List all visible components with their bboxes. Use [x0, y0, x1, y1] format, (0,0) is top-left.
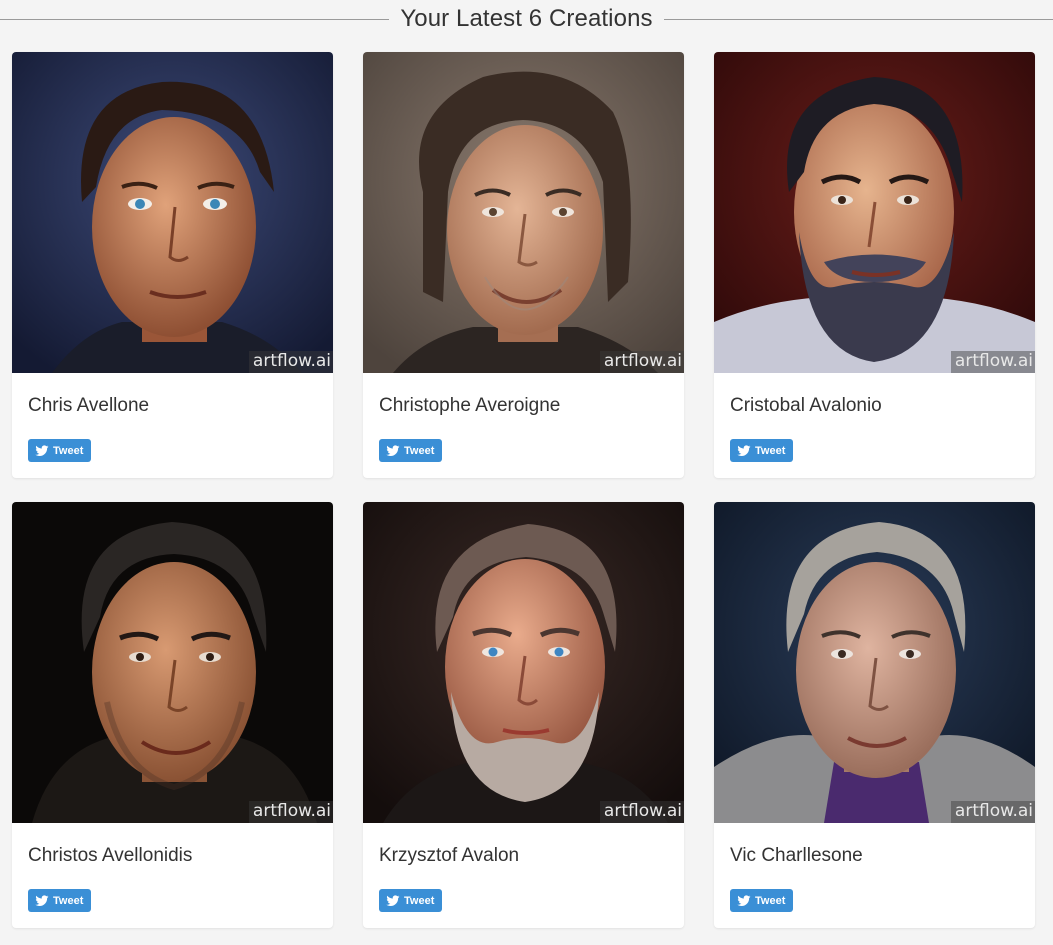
divider-left [0, 18, 390, 20]
tweet-button[interactable]: Tweet [28, 889, 92, 912]
creation-card: artflow.ai Christos Avellonidis Tweet [12, 502, 333, 928]
portrait-image[interactable]: artflow.ai [12, 52, 333, 373]
portrait-image[interactable]: artflow.ai [714, 52, 1035, 373]
twitter-bird-icon [386, 444, 400, 456]
creation-name: Cristobal Avalonio [730, 395, 882, 416]
twitter-bird-icon [737, 894, 751, 906]
tweet-button[interactable]: Tweet [28, 439, 92, 462]
creation-name: Vic Charllesone [730, 845, 863, 866]
creation-name: Chris Avellone [28, 395, 150, 416]
creation-name: Krzysztof Avalon [379, 845, 520, 866]
watermark-label: artflow.ai [599, 801, 684, 823]
creation-name: Christophe Averoigne [379, 395, 561, 416]
creation-card: artflow.ai Cristobal Avalonio Tweet [714, 52, 1035, 478]
portrait-image[interactable]: artflow.ai [12, 502, 333, 823]
creation-card: artflow.ai Vic Charllesone Tweet [714, 502, 1035, 928]
watermark-label: artflow.ai [248, 801, 333, 823]
creation-card: artflow.ai Chris Avellone Tweet [12, 52, 333, 478]
portrait-image[interactable]: artflow.ai [363, 502, 684, 823]
watermark-label: artflow.ai [599, 351, 684, 373]
watermark-label: artflow.ai [248, 351, 333, 373]
portrait-image[interactable]: artflow.ai [363, 52, 684, 373]
tweet-button[interactable]: Tweet [730, 889, 794, 912]
tweet-button[interactable]: Tweet [730, 439, 794, 462]
portrait-illustration [714, 502, 1035, 823]
tweet-label: Tweet [755, 444, 786, 457]
twitter-bird-icon [35, 444, 49, 456]
portrait-illustration [363, 502, 684, 823]
divider-right [663, 18, 1053, 20]
watermark-label: artflow.ai [950, 351, 1035, 373]
watermark-label: artflow.ai [950, 801, 1035, 823]
tweet-label: Tweet [53, 894, 84, 907]
creations-grid: artflow.ai Chris Avellone Tweet artflow.… [12, 52, 1035, 928]
tweet-button[interactable]: Tweet [379, 889, 443, 912]
section-title: Your Latest 6 Creations [400, 5, 653, 32]
tweet-label: Tweet [755, 894, 786, 907]
portrait-illustration [363, 52, 684, 373]
portrait-illustration [12, 52, 333, 373]
portrait-image[interactable]: artflow.ai [714, 502, 1035, 823]
tweet-label: Tweet [404, 894, 435, 907]
creation-name: Christos Avellonidis [28, 845, 193, 866]
tweet-label: Tweet [404, 444, 435, 457]
tweet-label: Tweet [53, 444, 84, 457]
twitter-bird-icon [35, 894, 49, 906]
section-header: Your Latest 6 Creations [0, 0, 1053, 38]
tweet-button[interactable]: Tweet [379, 439, 443, 462]
creation-card: artflow.ai Krzysztof Avalon Tweet [363, 502, 684, 928]
creation-card: artflow.ai Christophe Averoigne Tweet [363, 52, 684, 478]
portrait-illustration [12, 502, 333, 823]
twitter-bird-icon [737, 444, 751, 456]
twitter-bird-icon [386, 894, 400, 906]
portrait-illustration [714, 52, 1035, 373]
